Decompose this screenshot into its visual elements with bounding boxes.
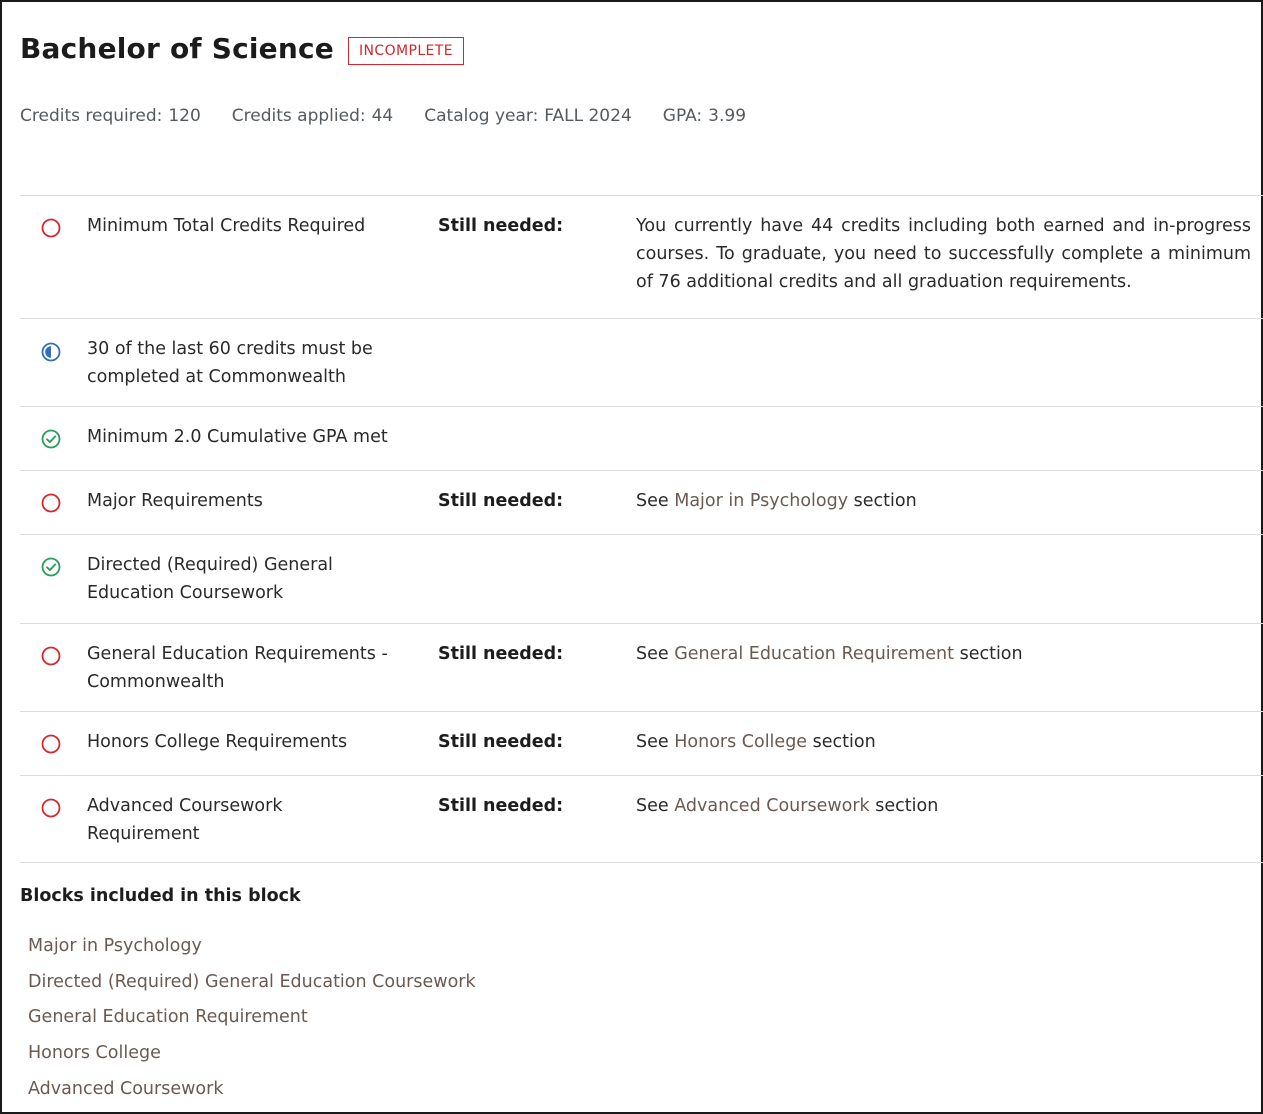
- blocks-included-heading: Blocks included in this block: [20, 886, 301, 906]
- status-badge: INCOMPLETE: [348, 36, 464, 65]
- incomplete-circle-icon: [40, 645, 62, 667]
- in-progress-circle-icon: [40, 341, 62, 363]
- incomplete-circle-icon: [40, 217, 62, 239]
- incomplete-circle-icon: [40, 733, 62, 755]
- blocks-included-list: Major in Psychology Directed (Required) …: [28, 933, 476, 1111]
- still-needed-label: Still needed:: [438, 491, 564, 511]
- requirement-label: Minimum 2.0 Cumulative GPA met: [87, 427, 388, 447]
- stat-credits-applied: Credits applied: 44: [231, 106, 394, 126]
- requirement-label: Honors College Requirements: [87, 732, 348, 752]
- degree-audit-panel: Bachelor of Science INCOMPLETE Credits r…: [0, 0, 1263, 1114]
- incomplete-circle-icon: [40, 492, 62, 514]
- degree-title: Bachelor of Science: [20, 32, 334, 65]
- block-link-advanced-coursework[interactable]: Advanced Coursework: [28, 1076, 476, 1112]
- general-education-link[interactable]: General Education Requirement: [674, 644, 954, 664]
- incomplete-circle-icon: [40, 797, 62, 819]
- requirements-list: Minimum Total Credits Required Still nee…: [20, 195, 1263, 863]
- requirement-detail: You currently have 44 credits including …: [636, 216, 1251, 292]
- stat-credits-required: Credits required: 120: [20, 106, 201, 126]
- requirement-row: Advanced Coursework Requirement Still ne…: [20, 775, 1263, 863]
- degree-header: Bachelor of Science INCOMPLETE: [20, 32, 464, 65]
- requirement-detail: See Major in Psychology section: [636, 491, 917, 511]
- degree-stats: Credits required: 120 Credits applied: 44 …: [20, 106, 777, 126]
- still-needed-label: Still needed:: [438, 644, 564, 664]
- advanced-coursework-link[interactable]: Advanced Coursework: [674, 796, 869, 816]
- requirement-row: Honors College Requirements Still needed…: [20, 711, 1263, 775]
- requirement-detail: See Advanced Coursework section: [636, 796, 939, 816]
- requirement-label: Minimum Total Credits Required: [87, 216, 366, 236]
- stat-gpa: GPA: 3.99: [662, 106, 747, 126]
- block-link-general-education[interactable]: General Education Requirement: [28, 1004, 476, 1040]
- requirement-label: Major Requirements: [87, 491, 263, 511]
- requirement-detail: See General Education Requirement sectio…: [636, 644, 1023, 664]
- complete-check-icon: [40, 428, 62, 450]
- requirement-row: Major Requirements Still needed: See Maj…: [20, 470, 1263, 534]
- requirement-label: Advanced Coursework Requirement: [87, 796, 283, 844]
- requirement-detail: See Honors College section: [636, 732, 876, 752]
- stat-catalog-year: Catalog year: FALL 2024: [424, 106, 632, 126]
- honors-college-link[interactable]: Honors College: [674, 732, 807, 752]
- complete-check-icon: [40, 556, 62, 578]
- requirement-label: General Education Requirements - Commonw…: [87, 644, 388, 692]
- requirement-row: Minimum Total Credits Required Still nee…: [20, 195, 1263, 318]
- requirement-label: 30 of the last 60 credits must be comple…: [87, 339, 373, 387]
- requirement-row: General Education Requirements - Commonw…: [20, 623, 1263, 711]
- major-psychology-link[interactable]: Major in Psychology: [674, 491, 848, 511]
- requirement-row: Minimum 2.0 Cumulative GPA met: [20, 406, 1263, 470]
- requirement-row: Directed (Required) General Education Co…: [20, 534, 1263, 623]
- requirement-row: 30 of the last 60 credits must be comple…: [20, 318, 1263, 406]
- still-needed-label: Still needed:: [438, 796, 564, 816]
- requirement-label: Directed (Required) General Education Co…: [87, 555, 333, 603]
- still-needed-label: Still needed:: [438, 732, 564, 752]
- block-link-major-psychology[interactable]: Major in Psychology: [28, 933, 476, 969]
- block-link-directed-gen-ed[interactable]: Directed (Required) General Education Co…: [28, 969, 476, 1005]
- block-link-honors-college[interactable]: Honors College: [28, 1040, 476, 1076]
- still-needed-label: Still needed:: [438, 216, 564, 236]
